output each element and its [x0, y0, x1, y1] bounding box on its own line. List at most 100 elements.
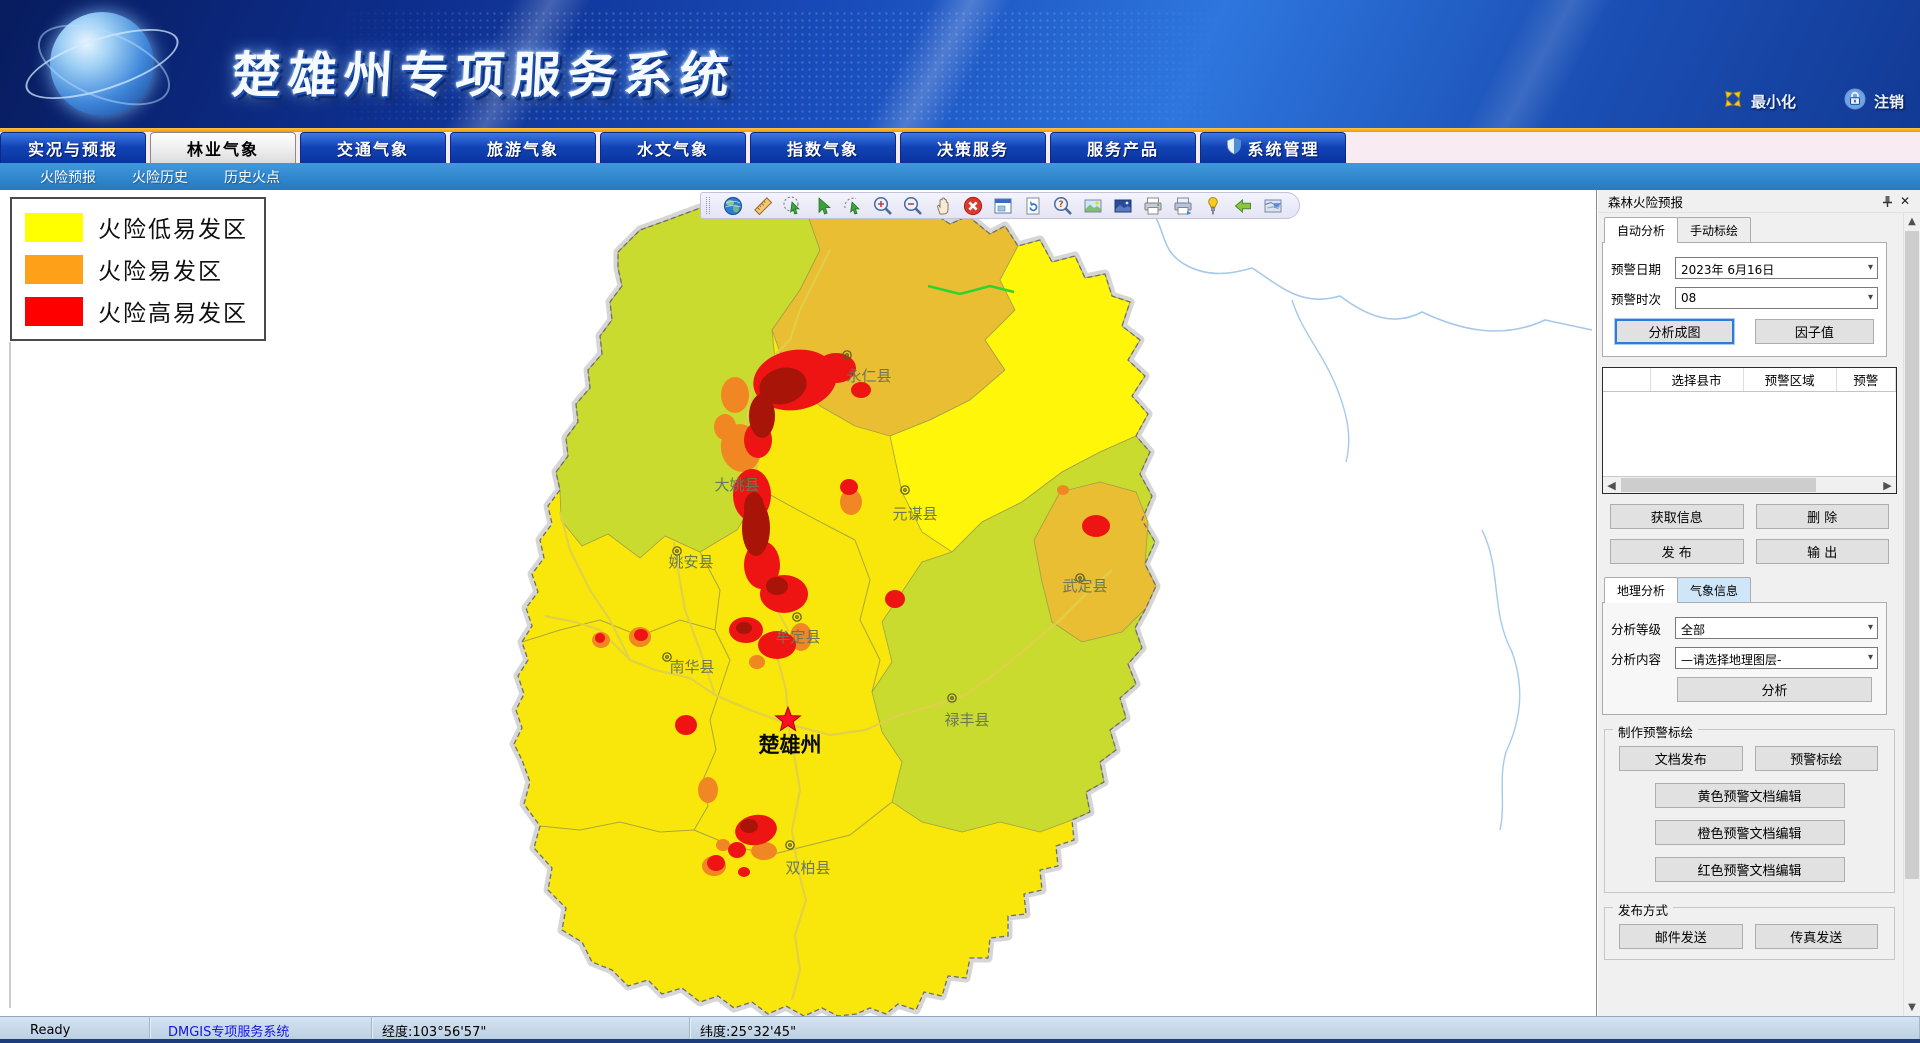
scroll-down-icon[interactable]: ▼	[1904, 999, 1920, 1016]
tab-指数气象[interactable]: 指数气象	[750, 132, 896, 163]
stop-icon[interactable]	[961, 194, 985, 217]
select-by-circle-icon[interactable]	[781, 194, 805, 217]
subnav-item-火险预报[interactable]: 火险预报	[40, 167, 96, 187]
minimize-label: 最小化	[1751, 91, 1796, 112]
analysis-level-combo[interactable]: 全部▾	[1675, 617, 1878, 639]
export-button[interactable]: 输 出	[1756, 539, 1890, 564]
warning-plot-button[interactable]: 预警标绘	[1755, 746, 1879, 771]
column-header-select[interactable]	[1603, 368, 1651, 391]
delete-button[interactable]: 删 除	[1756, 504, 1890, 529]
refresh-icon[interactable]	[1021, 194, 1045, 217]
doc-publish-button[interactable]: 文档发布	[1619, 746, 1743, 771]
tab-交通气象[interactable]: 交通气象	[300, 132, 446, 163]
tab-label: 决策服务	[937, 136, 1009, 160]
print-icon[interactable]	[1141, 194, 1165, 217]
tab-水文气象[interactable]: 水文气象	[600, 132, 746, 163]
map-image-icon[interactable]	[1111, 194, 1135, 217]
tab-自动分析[interactable]: 自动分析	[1604, 217, 1678, 243]
pin-icon[interactable]	[1878, 193, 1896, 209]
select-arrow-icon[interactable]	[811, 194, 835, 217]
analysis-content-combo[interactable]: —请选择地理图层-▾	[1675, 647, 1878, 669]
svg-text:?: ?	[1058, 200, 1063, 210]
map-layers-icon[interactable]	[1261, 194, 1285, 217]
column-header-预警[interactable]: 预警	[1837, 368, 1896, 391]
map-label-牟定县: 牟定县	[775, 628, 820, 646]
plot-group-label: 制作预警标绘	[1613, 722, 1698, 741]
close-icon[interactable]: ✕	[1896, 193, 1914, 209]
scroll-thumb[interactable]	[1905, 231, 1919, 879]
email-send-button[interactable]: 邮件发送	[1619, 924, 1743, 949]
forest-fire-panel: 森林火险预报 ✕ ▲ ▼ 自动分析手动标绘 预警日期 2023年 6月16日▾ …	[1598, 190, 1920, 1016]
tab-地理分析[interactable]: 地理分析	[1604, 577, 1678, 603]
shield-icon	[1226, 137, 1242, 159]
tab-实况与预报[interactable]: 实况与预报	[0, 132, 146, 163]
tab-label: 系统管理	[1247, 136, 1319, 160]
map-label-武定县: 武定县	[1062, 577, 1107, 595]
measure-ruler-icon[interactable]	[751, 194, 775, 217]
subnav-item-火险历史[interactable]: 火险历史	[132, 167, 188, 187]
subnav-item-历史火点[interactable]: 历史火点	[224, 167, 280, 187]
publish-button[interactable]: 发 布	[1610, 539, 1744, 564]
minimize-button[interactable]: 最小化	[1723, 89, 1796, 113]
minimize-icon	[1723, 89, 1743, 113]
analyze-button[interactable]: 分析	[1677, 677, 1872, 702]
logout-label: 注销	[1874, 91, 1904, 112]
select-by-polygon-icon[interactable]	[841, 194, 865, 217]
tab-label: 实况与预报	[28, 136, 118, 160]
export-image-icon[interactable]	[1081, 194, 1105, 217]
pan-hand-icon[interactable]	[931, 194, 955, 217]
full-extent-globe-icon[interactable]	[721, 194, 745, 217]
tab-label: 指数气象	[787, 136, 859, 160]
scroll-left-icon[interactable]: ◀	[1603, 477, 1620, 493]
column-header-选择县市[interactable]: 选择县市	[1651, 368, 1744, 391]
map-label-姚安县: 姚安县	[668, 553, 713, 571]
yellow-doc-edit-button[interactable]: 黄色预警文档编辑	[1655, 783, 1845, 808]
hotspot-pin-icon[interactable]	[1201, 194, 1225, 217]
zoom-out-icon[interactable]	[901, 194, 925, 217]
tab-label: 旅游气象	[487, 136, 559, 160]
map-label-南华县: 南华县	[669, 658, 714, 676]
tab-决策服务[interactable]: 决策服务	[900, 132, 1046, 163]
legend-swatch	[25, 255, 83, 284]
get-info-button[interactable]: 获取信息	[1610, 504, 1744, 529]
identify-icon[interactable]: ?	[1051, 194, 1075, 217]
tab-手动标绘[interactable]: 手动标绘	[1677, 217, 1751, 243]
map-label-双柏县: 双柏县	[785, 859, 830, 877]
tab-旅游气象[interactable]: 旅游气象	[450, 132, 596, 163]
zoom-in-icon[interactable]	[871, 194, 895, 217]
panel-scrollbar[interactable]: ▲ ▼	[1903, 213, 1920, 1016]
fax-send-button[interactable]: 传真发送	[1755, 924, 1879, 949]
map-label-禄丰县: 禄丰县	[944, 711, 989, 729]
tab-label: 水文气象	[637, 136, 709, 160]
column-header-预警区域[interactable]: 预警区域	[1744, 368, 1837, 391]
legend-row: 火险易发区	[25, 252, 248, 286]
publish-method-group: 发布方式 邮件发送 传真发送	[1604, 907, 1895, 960]
analysis-level-label: 分析等级	[1611, 619, 1675, 638]
warning-time-combo[interactable]: 08▾	[1675, 287, 1878, 309]
hscroll-thumb[interactable]	[1621, 478, 1816, 492]
back-icon[interactable]	[1231, 194, 1255, 217]
map-label-楚雄州: 楚雄州	[759, 733, 822, 757]
scroll-right-icon[interactable]: ▶	[1879, 477, 1896, 493]
scroll-up-icon[interactable]: ▲	[1904, 213, 1920, 230]
tab-服务产品[interactable]: 服务产品	[1050, 132, 1196, 163]
sub-nav: 火险预报 火险历史 历史火点	[0, 163, 1920, 190]
logout-button[interactable]: 注销	[1844, 88, 1904, 114]
warning-table-body[interactable]	[1603, 392, 1896, 476]
table-hscrollbar[interactable]: ◀ ▶	[1603, 476, 1896, 493]
tab-系统管理[interactable]: 系统管理	[1200, 132, 1346, 163]
analyze-map-button[interactable]: 分析成图	[1615, 319, 1734, 344]
red-doc-edit-button[interactable]: 红色预警文档编辑	[1655, 857, 1845, 882]
orange-doc-edit-button[interactable]: 橙色预警文档编辑	[1655, 820, 1845, 845]
overview-window-icon[interactable]	[991, 194, 1015, 217]
nav-tabs: 实况与预报 林业气象交通气象 旅游气象 水文气象 指数气象 决策服务 服务产品 系统管理	[0, 132, 1920, 163]
warning-plot-group: 制作预警标绘 文档发布 预警标绘 黄色预警文档编辑 橙色预警文档编辑 红色预警文…	[1604, 729, 1895, 893]
toolbar-grip[interactable]	[706, 197, 710, 214]
warning-date-combo[interactable]: 2023年 6月16日▾	[1675, 257, 1878, 279]
warning-table-header: 选择县市预警区域预警	[1603, 368, 1896, 392]
tab-气象信息[interactable]: 气象信息	[1677, 577, 1751, 603]
factor-value-button[interactable]: 因子值	[1755, 319, 1874, 344]
print-preview-icon[interactable]	[1171, 194, 1195, 217]
tab-林业气象[interactable]: 林业气象	[150, 132, 296, 163]
status-bottom-strip	[0, 1039, 1920, 1043]
